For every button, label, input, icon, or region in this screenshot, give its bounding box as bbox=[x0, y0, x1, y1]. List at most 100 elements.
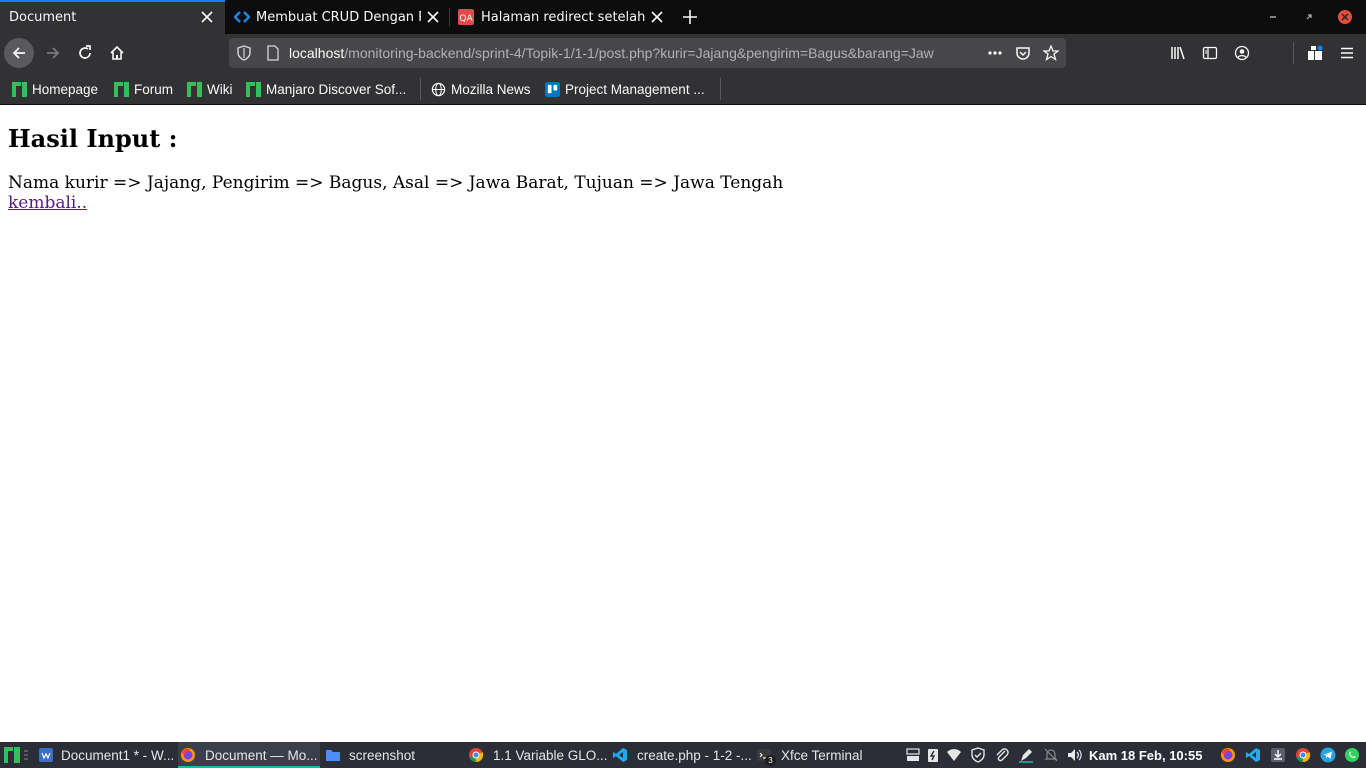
toolbar-divider bbox=[1293, 42, 1294, 64]
manjaro-icon bbox=[114, 81, 129, 97]
taskbar-item-chrome[interactable]: 1.1 Variable GLO... bbox=[466, 742, 608, 768]
manjaro-menu-icon[interactable] bbox=[4, 747, 20, 763]
folder-icon bbox=[326, 750, 340, 761]
url-path: /monitoring-backend/sprint-4/Topik-1/1-1… bbox=[344, 45, 934, 61]
battery-charging-icon[interactable] bbox=[925, 747, 941, 763]
desktop-switcher-icon[interactable] bbox=[905, 747, 921, 763]
bookmark-label: Wiki bbox=[207, 81, 233, 97]
reload-button[interactable] bbox=[70, 38, 100, 68]
account-icon[interactable] bbox=[1234, 45, 1250, 61]
vscode-icon bbox=[613, 748, 627, 762]
taskbar-label: create.php - 1-2 -... bbox=[637, 747, 752, 763]
bookmark-wiki[interactable]: Wiki bbox=[187, 80, 233, 98]
pocket-icon[interactable] bbox=[1015, 45, 1031, 61]
trello-icon bbox=[545, 81, 560, 97]
page-heading: Hasil Input : bbox=[8, 124, 178, 153]
url-bar[interactable]: localhost/monitoring-backend/sprint-4/To… bbox=[229, 38, 1066, 68]
extensions-icon[interactable] bbox=[1307, 45, 1323, 61]
paperclip-icon[interactable] bbox=[994, 747, 1010, 763]
bookmark-label: Forum bbox=[134, 81, 174, 97]
manjaro-icon bbox=[246, 81, 261, 97]
bookmark-label: Manjaro Discover Sof... bbox=[266, 81, 407, 97]
home-icon bbox=[110, 45, 124, 60]
vscode-launcher-icon[interactable] bbox=[1245, 747, 1261, 763]
taskbar-item-screenshot[interactable]: screenshot bbox=[322, 742, 462, 768]
url-host: localhost bbox=[289, 45, 345, 61]
bookmark-label: Project Management ... bbox=[565, 81, 705, 97]
taskbar-item-terminal[interactable]: 3 Xfce Terminal bbox=[754, 742, 894, 768]
taskbar-item-firefox-document[interactable]: Document — Mo... bbox=[178, 742, 320, 768]
bookmark-mozilla-news[interactable]: Mozilla News bbox=[431, 80, 531, 98]
clock[interactable]: Kam 18 Feb, 10:55 bbox=[1089, 748, 1202, 763]
bookmark-separator bbox=[720, 78, 721, 100]
tab-title: Halaman redirect setelah bbox=[481, 10, 646, 25]
back-arrow-icon bbox=[12, 47, 25, 59]
manjaro-icon bbox=[12, 81, 27, 97]
globe-icon bbox=[431, 82, 446, 96]
bookmark-separator bbox=[420, 78, 421, 100]
svg-text:QA: QA bbox=[459, 14, 473, 24]
bookmark-manjaro-discover[interactable]: Manjaro Discover Sof... bbox=[246, 80, 406, 98]
taskbar-item-writer[interactable]: Document1 * - W... bbox=[36, 742, 176, 768]
home-button[interactable] bbox=[102, 38, 132, 68]
bookmark-label: Mozilla News bbox=[451, 81, 531, 97]
tab-halaman-redirect[interactable]: QA Halaman redirect setelah bbox=[450, 0, 675, 34]
taskbar-label: Xfce Terminal bbox=[781, 747, 863, 763]
taskbar-label: Document1 * - W... bbox=[61, 747, 175, 763]
code-site-icon bbox=[234, 11, 250, 23]
back-link[interactable]: kembali.. bbox=[8, 193, 87, 213]
bookmark-project-management[interactable]: Project Management ... bbox=[545, 80, 705, 98]
page-actions-icon[interactable] bbox=[987, 45, 1003, 61]
tab-strip: Document Membuat CRUD Dengan P QA Halama… bbox=[0, 0, 1366, 34]
writer-icon bbox=[39, 748, 53, 762]
minimize-icon[interactable] bbox=[1265, 9, 1281, 25]
terminal-count-badge: 3 bbox=[765, 755, 776, 766]
chrome-icon bbox=[469, 748, 484, 763]
tab-title: Membuat CRUD Dengan P bbox=[256, 10, 421, 25]
forward-button[interactable] bbox=[38, 38, 68, 68]
hamburger-menu-icon[interactable] bbox=[1339, 45, 1355, 61]
page-info-icon[interactable] bbox=[265, 45, 281, 61]
taskbar-item-vscode[interactable]: create.php - 1-2 -... bbox=[610, 742, 752, 768]
telegram-icon[interactable] bbox=[1320, 747, 1336, 763]
volume-icon[interactable] bbox=[1066, 747, 1082, 763]
url-text[interactable]: localhost/monitoring-backend/sprint-4/To… bbox=[289, 45, 979, 61]
close-icon[interactable] bbox=[425, 9, 441, 25]
shield-tray-icon[interactable] bbox=[970, 747, 986, 763]
bookmark-homepage[interactable]: Homepage bbox=[12, 80, 98, 98]
chrome-launcher-icon[interactable] bbox=[1295, 747, 1311, 763]
firefox-launcher-icon[interactable] bbox=[1220, 747, 1236, 763]
wifi-icon[interactable] bbox=[946, 747, 962, 763]
bookmark-forum[interactable]: Forum bbox=[114, 80, 173, 98]
bookmarks-toolbar: Homepage Forum Wiki Manjaro Discover Sof… bbox=[0, 72, 1366, 105]
pen-tray-icon[interactable] bbox=[1018, 747, 1034, 763]
taskbar-label: Document — Mo... bbox=[205, 747, 318, 763]
taskbar-label: 1.1 Variable GLO... bbox=[493, 747, 608, 763]
tab-document[interactable]: Document bbox=[0, 0, 225, 34]
reload-icon bbox=[79, 45, 91, 59]
firefox-icon bbox=[181, 748, 195, 762]
tab-title: Document bbox=[9, 10, 77, 25]
taskbar-label: screenshot bbox=[349, 747, 416, 763]
library-icon[interactable] bbox=[1170, 45, 1186, 61]
download-icon[interactable] bbox=[1270, 747, 1286, 763]
whatsapp-icon[interactable] bbox=[1344, 747, 1360, 763]
notifications-muted-icon[interactable] bbox=[1043, 747, 1059, 763]
tracking-protection-shield-icon[interactable] bbox=[236, 45, 252, 61]
tab-membuat-crud[interactable]: Membuat CRUD Dengan P bbox=[225, 0, 449, 34]
forward-arrow-icon bbox=[47, 47, 60, 59]
manjaro-icon bbox=[187, 81, 202, 97]
navigation-toolbar: localhost/monitoring-backend/sprint-4/To… bbox=[0, 34, 1366, 72]
close-icon[interactable] bbox=[199, 9, 215, 25]
back-button[interactable] bbox=[4, 38, 34, 68]
qa-site-icon: QA bbox=[458, 9, 474, 25]
restore-icon[interactable] bbox=[1301, 9, 1317, 25]
bookmark-label: Homepage bbox=[32, 81, 99, 97]
close-icon[interactable] bbox=[649, 9, 665, 25]
close-window-icon[interactable] bbox=[1337, 9, 1353, 25]
new-tab-icon[interactable] bbox=[682, 9, 698, 25]
sidebar-icon[interactable] bbox=[1202, 45, 1218, 61]
taskbar: Document1 * - W... Document — Mo... scre… bbox=[0, 742, 1366, 768]
window-list-handle-icon[interactable] bbox=[22, 747, 30, 763]
bookmark-star-icon[interactable] bbox=[1043, 45, 1059, 61]
